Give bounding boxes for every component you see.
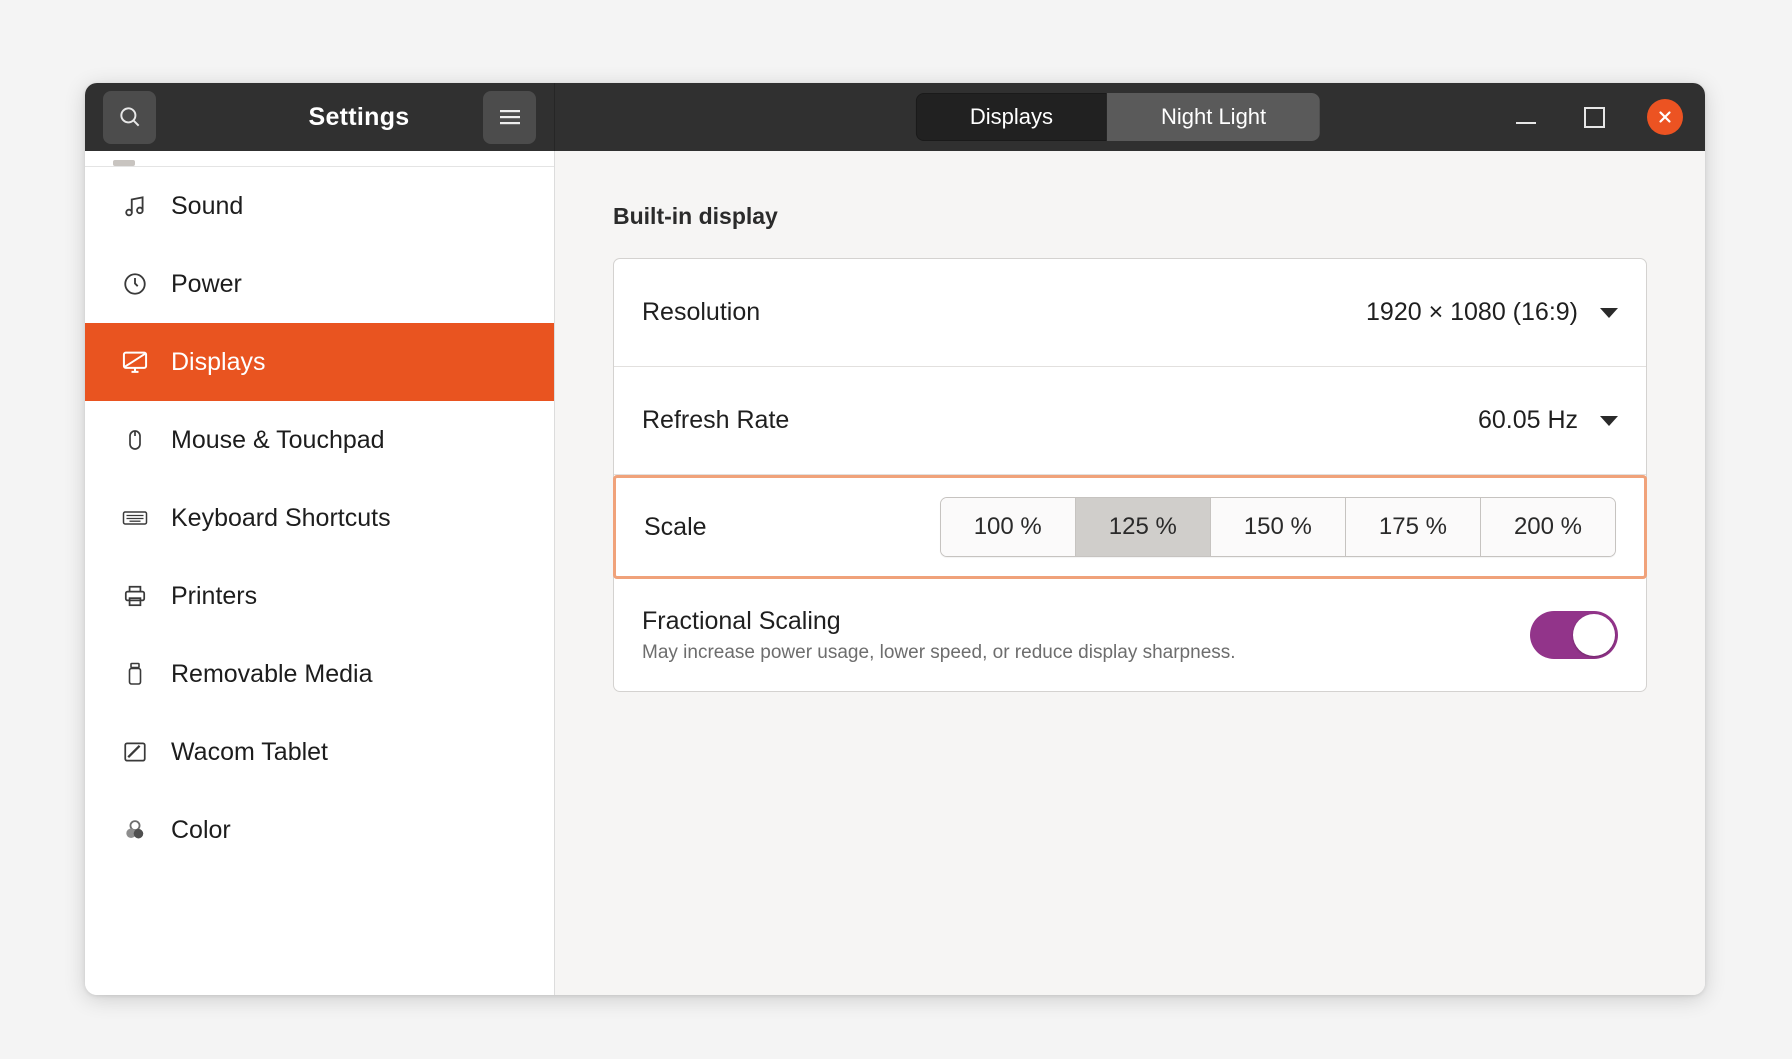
- sidebar-item-label: Mouse & Touchpad: [171, 425, 385, 454]
- tab-night-light-label: Night Light: [1160, 104, 1267, 129]
- tab-displays-label: Displays: [969, 104, 1053, 129]
- scale-option-125[interactable]: 125 %: [1075, 498, 1211, 556]
- fractional-scaling-text: Fractional Scaling May increase power us…: [642, 607, 1236, 664]
- screen: Settings Displays Night Light Sound Powe…: [0, 0, 1792, 1059]
- sidebar-item-printers[interactable]: Printers: [85, 557, 554, 635]
- sidebar-item-label: Displays: [171, 347, 266, 376]
- search-button[interactable]: [103, 90, 156, 144]
- window-body: Sound Power Displays Mouse & Touchpad Ke…: [85, 151, 1705, 995]
- fractional-scaling-subtitle: May increase power usage, lower speed, o…: [642, 641, 1236, 663]
- sidebar-item-removable-media[interactable]: Removable Media: [85, 635, 554, 713]
- sidebar-item-power[interactable]: Power: [85, 245, 554, 323]
- resolution-label: Resolution: [642, 298, 761, 326]
- resolution-row[interactable]: Resolution 1920 × 1080 (16:9): [614, 259, 1646, 367]
- displays-panel: Built-in display Resolution 1920 × 1080 …: [555, 151, 1705, 995]
- monitor-icon: [113, 348, 157, 376]
- printer-icon: [113, 583, 157, 609]
- minimize-button[interactable]: [1511, 102, 1541, 132]
- maximize-button[interactable]: [1579, 102, 1609, 132]
- power-clock-icon: [113, 271, 157, 297]
- scale-option-100[interactable]: 100 %: [940, 498, 1076, 556]
- titlebar-main-area: Displays Night Light: [555, 83, 1705, 151]
- sidebar-item-keyboard-shortcuts[interactable]: Keyboard Shortcuts: [85, 479, 554, 557]
- close-icon: [1659, 111, 1671, 123]
- close-button[interactable]: [1647, 99, 1683, 135]
- scale-option-150[interactable]: 150 %: [1210, 498, 1346, 556]
- sidebar-item-label: Printers: [171, 581, 258, 610]
- display-settings-card: Resolution 1920 × 1080 (16:9) Refresh Ra…: [613, 258, 1647, 692]
- chevron-down-icon: [1600, 307, 1618, 318]
- sidebar-item-label: Power: [171, 269, 242, 298]
- mouse-icon: [113, 428, 157, 452]
- sidebar-item-wacom-tablet[interactable]: Wacom Tablet: [85, 713, 554, 791]
- tab-displays[interactable]: Displays: [915, 93, 1107, 141]
- sidebar-item-label: Removable Media: [171, 659, 373, 688]
- refresh-rate-value-group[interactable]: 60.05 Hz: [1478, 406, 1618, 435]
- settings-sidebar[interactable]: Sound Power Displays Mouse & Touchpad Ke…: [85, 151, 555, 995]
- tab-night-light[interactable]: Night Light: [1106, 93, 1321, 141]
- fractional-scaling-row[interactable]: Fractional Scaling May increase power us…: [614, 579, 1646, 691]
- scale-option-175[interactable]: 175 %: [1345, 498, 1481, 556]
- sidebar-item-label: Sound: [171, 191, 244, 220]
- keyboard-icon: [113, 504, 157, 532]
- section-title: Built-in display: [613, 203, 778, 229]
- scale-option-200[interactable]: 200 %: [1480, 498, 1615, 556]
- sidebar-item-displays[interactable]: Displays: [85, 323, 554, 401]
- settings-window: Settings Displays Night Light Sound Powe…: [85, 83, 1705, 995]
- refresh-rate-row[interactable]: Refresh Rate 60.05 Hz: [614, 367, 1646, 475]
- fractional-scaling-toggle[interactable]: [1530, 611, 1618, 659]
- scale-label: Scale: [644, 512, 707, 541]
- color-circles-icon: [113, 817, 157, 843]
- refresh-rate-value: 60.05 Hz: [1477, 406, 1578, 434]
- partial-item-peek-icon: [113, 160, 135, 166]
- scale-segmented-control[interactable]: 100 % 125 % 150 % 175 % 200 %: [939, 497, 1616, 557]
- main-menu-button[interactable]: [483, 90, 536, 144]
- sidebar-item-label: Wacom Tablet: [171, 737, 329, 766]
- sidebar-item-label: Keyboard Shortcuts: [171, 503, 391, 532]
- toggle-knob: [1573, 614, 1615, 656]
- resolution-value: 1920 × 1080 (16:9): [1366, 298, 1578, 326]
- fractional-scaling-title: Fractional Scaling: [642, 606, 841, 635]
- sidebar-item-mouse-touchpad[interactable]: Mouse & Touchpad: [85, 401, 554, 479]
- titlebar-sidebar-area: Settings: [85, 83, 555, 151]
- sidebar-item-label: Color: [171, 815, 231, 844]
- resolution-value-group[interactable]: 1920 × 1080 (16:9): [1366, 298, 1618, 327]
- sidebar-item-sound[interactable]: Sound: [85, 167, 554, 245]
- sidebar-scrolled-edge: [85, 151, 554, 167]
- tablet-pen-icon: [113, 739, 157, 765]
- hamburger-menu-icon: [499, 110, 520, 125]
- view-switcher-tabs: Displays Night Light: [915, 93, 1321, 141]
- search-icon: [119, 107, 139, 127]
- window-controls: [1511, 99, 1683, 135]
- sidebar-item-color[interactable]: Color: [85, 791, 554, 869]
- usb-drive-icon: [113, 661, 157, 687]
- window-titlebar: Settings Displays Night Light: [85, 83, 1705, 151]
- scale-row[interactable]: Scale 100 % 125 % 150 % 175 % 200 %: [613, 475, 1647, 579]
- refresh-rate-label: Refresh Rate: [642, 406, 790, 434]
- music-note-icon: [113, 193, 157, 219]
- chevron-down-icon: [1600, 415, 1618, 426]
